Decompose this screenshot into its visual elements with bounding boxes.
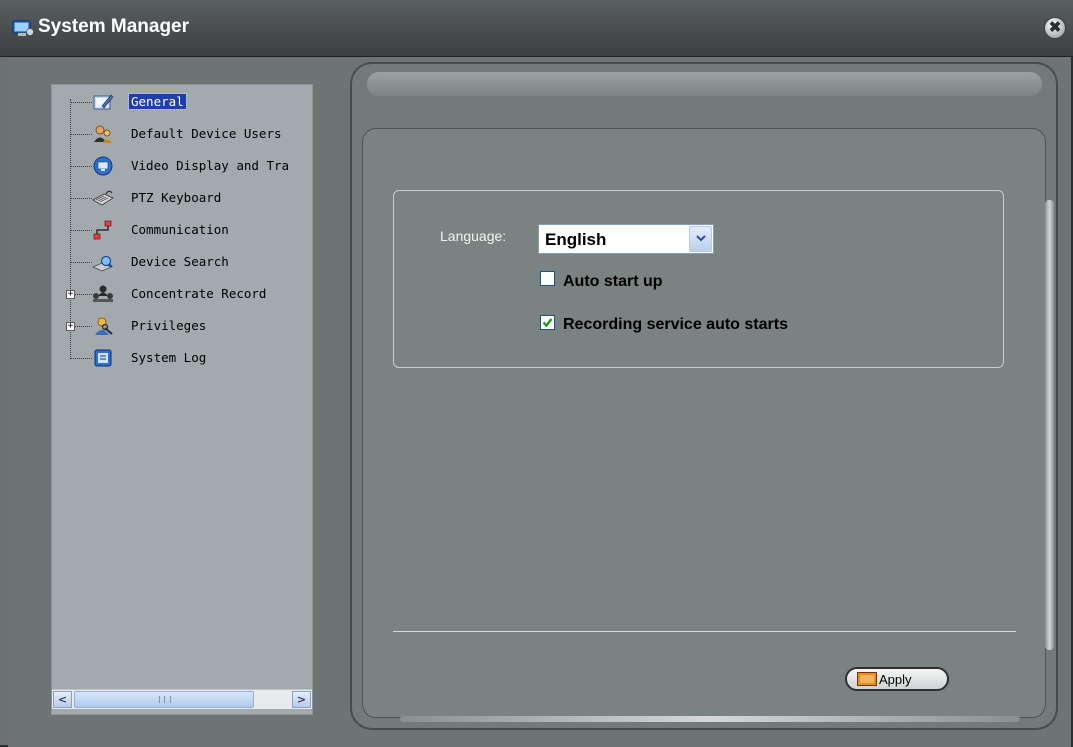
scroll-right-button[interactable]: > xyxy=(292,691,311,708)
tree-branch-line xyxy=(70,262,92,263)
expand-toggle[interactable]: + xyxy=(66,322,75,331)
tree-label-system-log: System Log xyxy=(131,350,207,365)
tree-label-general: General xyxy=(128,93,187,110)
tree-label-communication: Communication xyxy=(131,222,229,237)
tree-label-video-display: Video Display and Tra xyxy=(131,158,290,173)
tree-label-concentrate-record: Concentrate Record xyxy=(131,286,267,301)
search-device-icon xyxy=(92,255,113,272)
window-title: System Manager xyxy=(38,16,190,37)
tree-branch-line xyxy=(70,230,92,231)
record-icon xyxy=(93,285,113,302)
network-icon xyxy=(93,220,112,240)
grip-icon xyxy=(159,696,171,703)
general-settings-icon xyxy=(93,94,114,110)
tree-item-privileges[interactable]: + Privileges xyxy=(52,314,312,338)
tree-label-default-device-users: Default Device Users xyxy=(131,126,282,141)
language-label: Language: xyxy=(440,228,507,244)
tree-horizontal-scrollbar[interactable]: < > xyxy=(52,689,312,709)
tree-label-privileges: Privileges xyxy=(131,318,207,333)
monitor-icon xyxy=(93,156,113,176)
recording-autostart-label: Recording service auto starts xyxy=(563,316,788,333)
monitor-app-icon xyxy=(12,20,34,36)
auto-start-label: Auto start up xyxy=(563,273,663,290)
apply-button[interactable]: Apply xyxy=(845,667,949,691)
title-bar[interactable]: System Manager ✖ xyxy=(0,0,1073,57)
privileges-icon xyxy=(95,317,113,335)
apply-button-label: Apply xyxy=(879,672,912,687)
scroll-left-button[interactable]: < xyxy=(53,691,72,708)
general-settings-group xyxy=(393,190,1004,368)
expand-toggle[interactable]: + xyxy=(66,290,75,299)
tree-item-device-search[interactable]: Device Search xyxy=(52,250,312,274)
users-icon xyxy=(94,125,112,143)
chevron-left-icon: < xyxy=(57,693,68,706)
dropdown-button[interactable] xyxy=(689,226,712,252)
tree-branch-line xyxy=(70,358,92,359)
separator xyxy=(393,631,1016,632)
close-icon: ✖ xyxy=(1048,19,1062,36)
scroll-thumb[interactable] xyxy=(74,691,254,708)
recording-autostart-checkbox[interactable] xyxy=(540,315,555,330)
panel-edge-highlight xyxy=(1045,200,1054,650)
tree-item-ptz-keyboard[interactable]: PTZ Keyboard xyxy=(52,186,312,210)
apply-icon xyxy=(857,672,877,686)
tree-branch-line xyxy=(70,134,92,135)
keyboard-icon xyxy=(92,190,114,206)
tree-item-video-display[interactable]: Video Display and Tra xyxy=(52,154,312,178)
system-manager-window: System Manager ✖ General Default Device … xyxy=(0,0,1073,747)
log-icon xyxy=(94,349,112,367)
panel-edge-highlight xyxy=(400,716,1020,722)
close-button[interactable]: ✖ xyxy=(1044,17,1066,39)
tree-branch-line xyxy=(70,166,92,167)
tree-item-general[interactable]: General xyxy=(52,90,312,114)
chevron-down-icon xyxy=(695,235,706,242)
auto-start-checkbox[interactable] xyxy=(540,271,555,286)
tree-item-concentrate-record[interactable]: + Concentrate Record xyxy=(52,282,312,306)
language-select[interactable]: English xyxy=(538,224,714,254)
tree-item-communication[interactable]: Communication xyxy=(52,218,312,242)
panel-header-strip xyxy=(367,72,1042,96)
checkmark-icon xyxy=(542,318,553,328)
tree-item-system-log[interactable]: System Log xyxy=(52,346,312,370)
tree-label-ptz-keyboard: PTZ Keyboard xyxy=(131,190,222,205)
tree-branch-line xyxy=(70,102,92,103)
language-value: English xyxy=(545,230,607,249)
tree-label-device-search: Device Search xyxy=(131,254,229,269)
tree-branch-line xyxy=(70,198,92,199)
chevron-right-icon: > xyxy=(296,693,307,706)
tree-item-default-device-users[interactable]: Default Device Users xyxy=(52,122,312,146)
settings-tree[interactable]: General Default Device Users Video Displ… xyxy=(51,84,313,715)
